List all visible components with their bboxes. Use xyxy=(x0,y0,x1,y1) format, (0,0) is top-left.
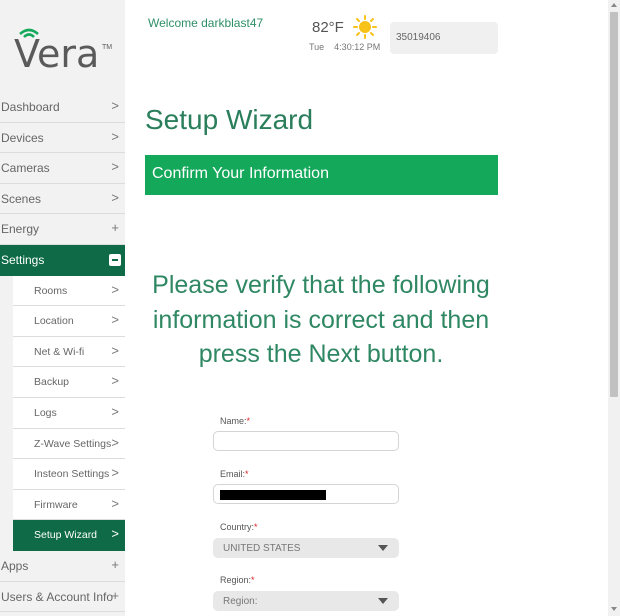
chevron-right-icon: > xyxy=(111,189,119,205)
step-banner-title: Confirm Your Information xyxy=(152,165,329,182)
sun-icon xyxy=(353,15,377,39)
required-mark: * xyxy=(246,416,251,426)
chevron-right-icon: > xyxy=(111,495,119,511)
sidebar-item-energy[interactable]: Energy + xyxy=(0,214,125,245)
sidebar-subitem-label: Backup xyxy=(34,376,70,389)
chevron-right-icon: > xyxy=(111,342,119,358)
sidebar-item-label: Energy xyxy=(1,222,40,237)
sidebar-subitem-logs[interactable]: Logs > xyxy=(13,397,125,429)
date-time: Tue 4:30:12 PM xyxy=(309,42,381,52)
logo-trademark: TM xyxy=(102,44,113,51)
temperature: 82°F xyxy=(312,19,344,36)
chevron-right-icon: > xyxy=(111,526,119,542)
sidebar-subitem-zwave-settings[interactable]: Z-Wave Settings > xyxy=(13,428,125,460)
controller-serial-box[interactable]: 35019406 xyxy=(390,22,498,54)
scroll-thumb[interactable] xyxy=(610,12,618,397)
step-banner: Confirm Your Information xyxy=(145,155,498,195)
chevron-right-icon: > xyxy=(111,159,119,175)
sidebar-item-scenes[interactable]: Scenes > xyxy=(0,183,125,215)
sidebar-subitem-firmware[interactable]: Firmware > xyxy=(13,489,125,521)
required-mark: * xyxy=(245,469,249,479)
scroll-up-icon[interactable] xyxy=(611,3,617,7)
sidebar-subitem-location[interactable]: Location > xyxy=(13,306,125,337)
chevron-down-icon xyxy=(378,545,388,551)
welcome-message: Welcome darkblast47 xyxy=(148,16,264,30)
sidebar-nav: Dashboard > Devices > Cameras > Scenes >… xyxy=(0,92,125,613)
sidebar-item-apps[interactable]: Apps + xyxy=(0,550,125,582)
redacted-email-value xyxy=(220,490,326,500)
required-mark: * xyxy=(251,575,255,585)
sidebar-subitem-backup[interactable]: Backup > xyxy=(13,367,125,398)
scroll-down-icon[interactable] xyxy=(611,607,617,611)
chevron-down-icon xyxy=(378,598,388,604)
sidebar-subitem-label: Rooms xyxy=(34,284,68,297)
chevron-right-icon: > xyxy=(111,312,119,328)
email-field[interactable] xyxy=(213,484,399,504)
sidebar-subitem-label: Firmware xyxy=(34,498,78,511)
chevron-right-icon: > xyxy=(111,281,119,297)
required-mark: * xyxy=(254,522,258,532)
sidebar-item-label: Scenes xyxy=(1,191,42,206)
sidebar-item-dashboard[interactable]: Dashboard > xyxy=(0,92,125,123)
sidebar-subitem-setup-wizard[interactable]: Setup Wizard > xyxy=(13,520,125,551)
chevron-right-icon: > xyxy=(111,98,119,113)
chevron-right-icon: > xyxy=(111,373,119,389)
plus-icon: + xyxy=(111,220,119,236)
sidebar-subitem-label: Z-Wave Settings xyxy=(34,437,112,450)
collapse-minus-icon[interactable] xyxy=(109,253,121,266)
page-title: Setup Wizard xyxy=(145,104,314,135)
country-select[interactable]: UNITED STATES xyxy=(213,538,399,558)
controller-serial: 35019406 xyxy=(396,32,441,43)
plus-icon: + xyxy=(111,556,119,572)
chevron-right-icon: > xyxy=(111,128,119,144)
sidebar-item-users-account-info[interactable]: Users & Account Info + xyxy=(0,581,125,613)
sidebar-subitem-label: Logs xyxy=(34,406,57,419)
sidebar-item-label: Cameras xyxy=(1,161,50,176)
chevron-right-icon: > xyxy=(111,465,119,481)
instructions-text: Please verify that the following informa… xyxy=(140,268,502,372)
country-label: Country:* xyxy=(220,522,258,532)
sidebar-item-label: Users & Account Info xyxy=(1,589,114,604)
vera-logo[interactable]: Vera TM xyxy=(14,28,114,76)
instructions-line: press the Next button. xyxy=(198,340,444,368)
chevron-right-icon: > xyxy=(111,403,119,419)
region-select[interactable]: Region: xyxy=(213,591,399,611)
instructions-line: information is correct and then xyxy=(152,305,490,334)
sidebar-subitem-insteon-settings[interactable]: Insteon Settings > xyxy=(13,459,125,490)
plus-icon: + xyxy=(111,587,119,603)
name-label: Name:* xyxy=(220,416,251,426)
sidebar-subitem-label: Location xyxy=(34,315,74,328)
country-select-value: UNITED STATES xyxy=(223,543,301,554)
sidebar-subitem-rooms[interactable]: Rooms > xyxy=(13,275,125,307)
sidebar-item-label: Apps xyxy=(1,558,29,573)
sidebar: Vera TM Dashboard > Devices > Cameras > … xyxy=(0,0,125,616)
name-field[interactable] xyxy=(213,431,399,451)
region-select-value: Region: xyxy=(223,596,258,607)
logo-text: Vera xyxy=(14,32,100,76)
sidebar-item-label: Dashboard xyxy=(1,100,60,114)
sidebar-item-devices[interactable]: Devices > xyxy=(0,122,125,154)
sidebar-subitem-label: Net & Wi-fi xyxy=(34,345,85,358)
region-label: Region:* xyxy=(220,575,255,585)
instructions-line: Please verify that the following xyxy=(152,271,490,299)
sidebar-subitem-net-wifi[interactable]: Net & Wi-fi > xyxy=(13,336,125,368)
sidebar-item-label: Devices xyxy=(1,130,44,145)
email-label: Email:* xyxy=(220,469,249,479)
sidebar-subitem-label: Insteon Settings xyxy=(34,468,110,481)
page-scrollbar[interactable] xyxy=(608,0,620,616)
sidebar-item-label: Settings xyxy=(1,252,45,267)
sidebar-item-settings[interactable]: Settings xyxy=(0,244,125,276)
sidebar-item-cameras[interactable]: Cameras > xyxy=(0,153,125,184)
sidebar-subitem-label: Setup Wizard xyxy=(34,529,98,542)
chevron-right-icon: > xyxy=(111,434,119,450)
